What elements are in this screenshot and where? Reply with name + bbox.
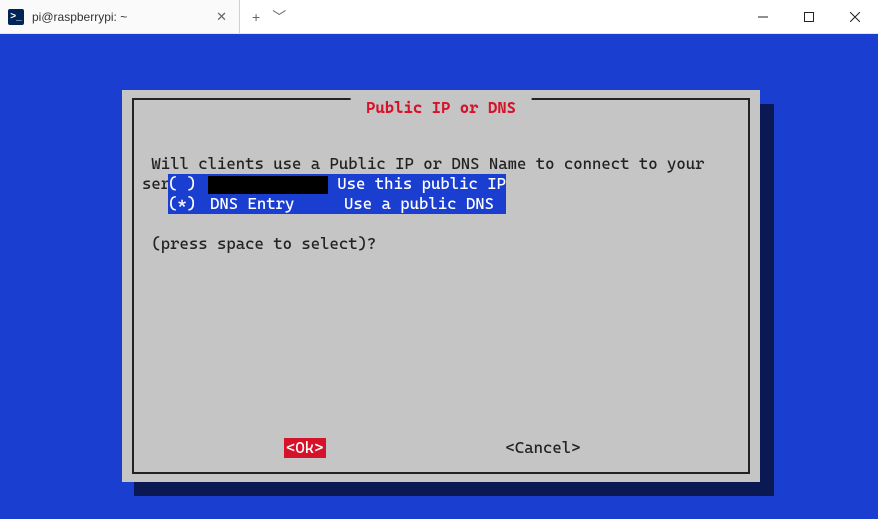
dialog-buttons: <Ok> <Cancel> <box>134 438 748 458</box>
tab-close-icon[interactable]: ✕ <box>212 9 231 25</box>
whiptail-dialog: Public IP or DNS Will clients use a Publ… <box>122 90 760 482</box>
terminal-background: Public IP or DNS Will clients use a Publ… <box>12 46 866 507</box>
maximize-button[interactable] <box>786 0 832 34</box>
window-controls <box>740 0 878 33</box>
dialog-border: Public IP or DNS Will clients use a Publ… <box>132 98 750 474</box>
redacted-ip-icon <box>208 176 328 194</box>
powershell-icon: >_ <box>8 9 24 25</box>
radio-value <box>208 174 337 194</box>
radio-marker: (*) <box>168 194 210 214</box>
radio-option-public-ip[interactable]: ( ) Use this public IP <box>168 174 506 194</box>
minimize-button[interactable] <box>740 0 786 34</box>
tab-title: pi@raspberrypi: ~ <box>32 10 212 24</box>
radio-description: Use a public DNS <box>344 194 506 214</box>
radio-option-dns-entry[interactable]: (*) DNS Entry Use a public DNS <box>168 194 506 214</box>
cancel-button[interactable]: <Cancel> <box>506 438 581 458</box>
close-button[interactable] <box>832 0 878 34</box>
radio-marker: ( ) <box>168 174 208 194</box>
terminal-area[interactable]: Public IP or DNS Will clients use a Publ… <box>0 34 878 519</box>
radio-value: DNS Entry <box>210 194 344 214</box>
tab-dropdown-icon[interactable]: ﹀ <box>266 7 292 27</box>
new-tab-icon[interactable]: + <box>246 9 266 25</box>
radio-description: Use this public IP <box>337 174 506 194</box>
prompt-line-2: (press space to select)? <box>142 234 740 254</box>
tab-controls: + ﹀ <box>240 0 298 33</box>
window-titlebar: >_ pi@raspberrypi: ~ ✕ + ﹀ <box>0 0 878 34</box>
radio-list: ( ) Use this public IP (*) DNS Entry Use… <box>168 174 506 214</box>
ok-button[interactable]: <Ok> <box>284 438 326 458</box>
window-tab[interactable]: >_ pi@raspberrypi: ~ ✕ <box>0 0 240 33</box>
